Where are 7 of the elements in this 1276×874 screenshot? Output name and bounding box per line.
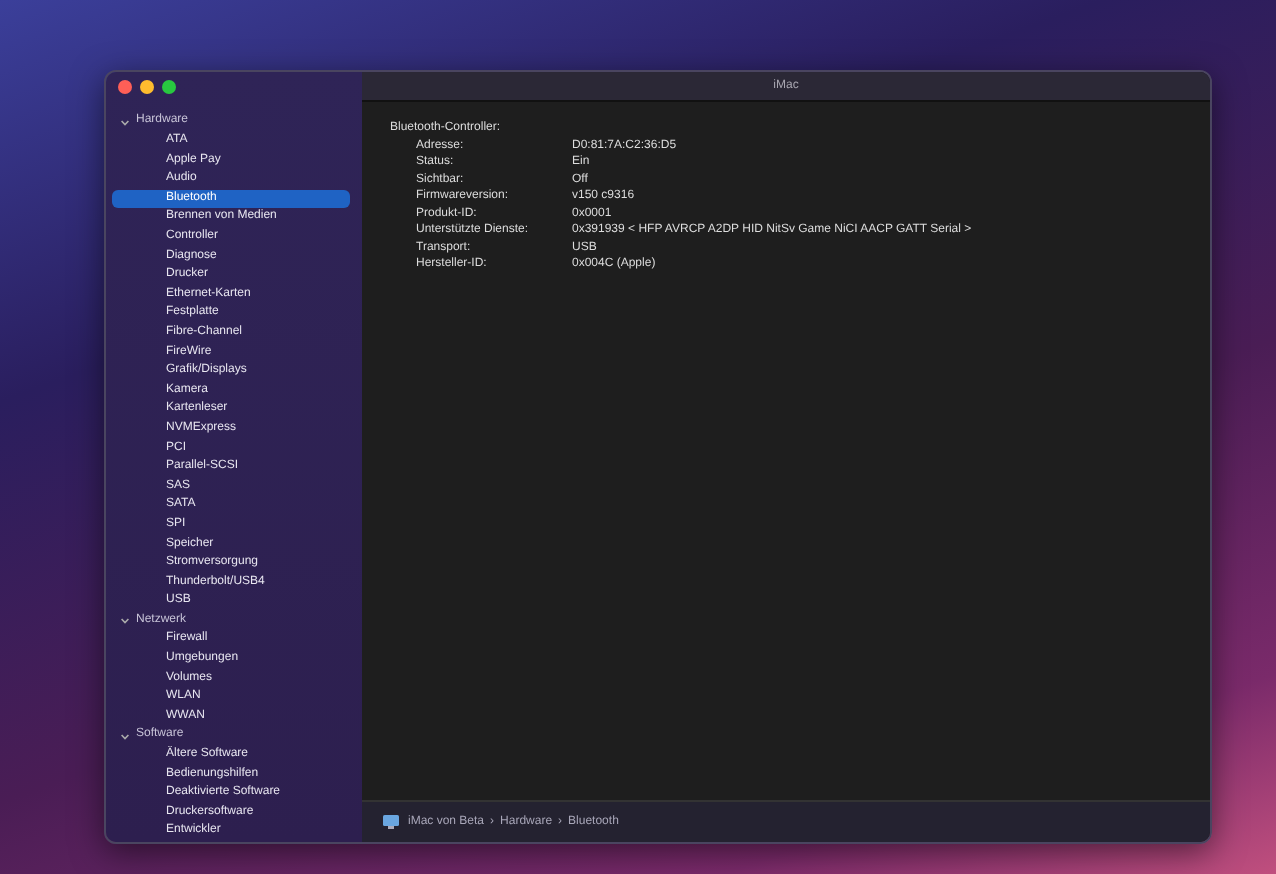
disclosure-chevron-icon[interactable] xyxy=(120,117,130,128)
zoom-button[interactable] xyxy=(162,80,176,94)
computer-icon xyxy=(382,814,400,830)
minimize-button[interactable] xyxy=(140,80,154,94)
disclosure-chevron-icon[interactable] xyxy=(120,616,130,627)
close-button[interactable] xyxy=(118,80,132,94)
disclosure-chevron-icon[interactable] xyxy=(120,731,130,742)
